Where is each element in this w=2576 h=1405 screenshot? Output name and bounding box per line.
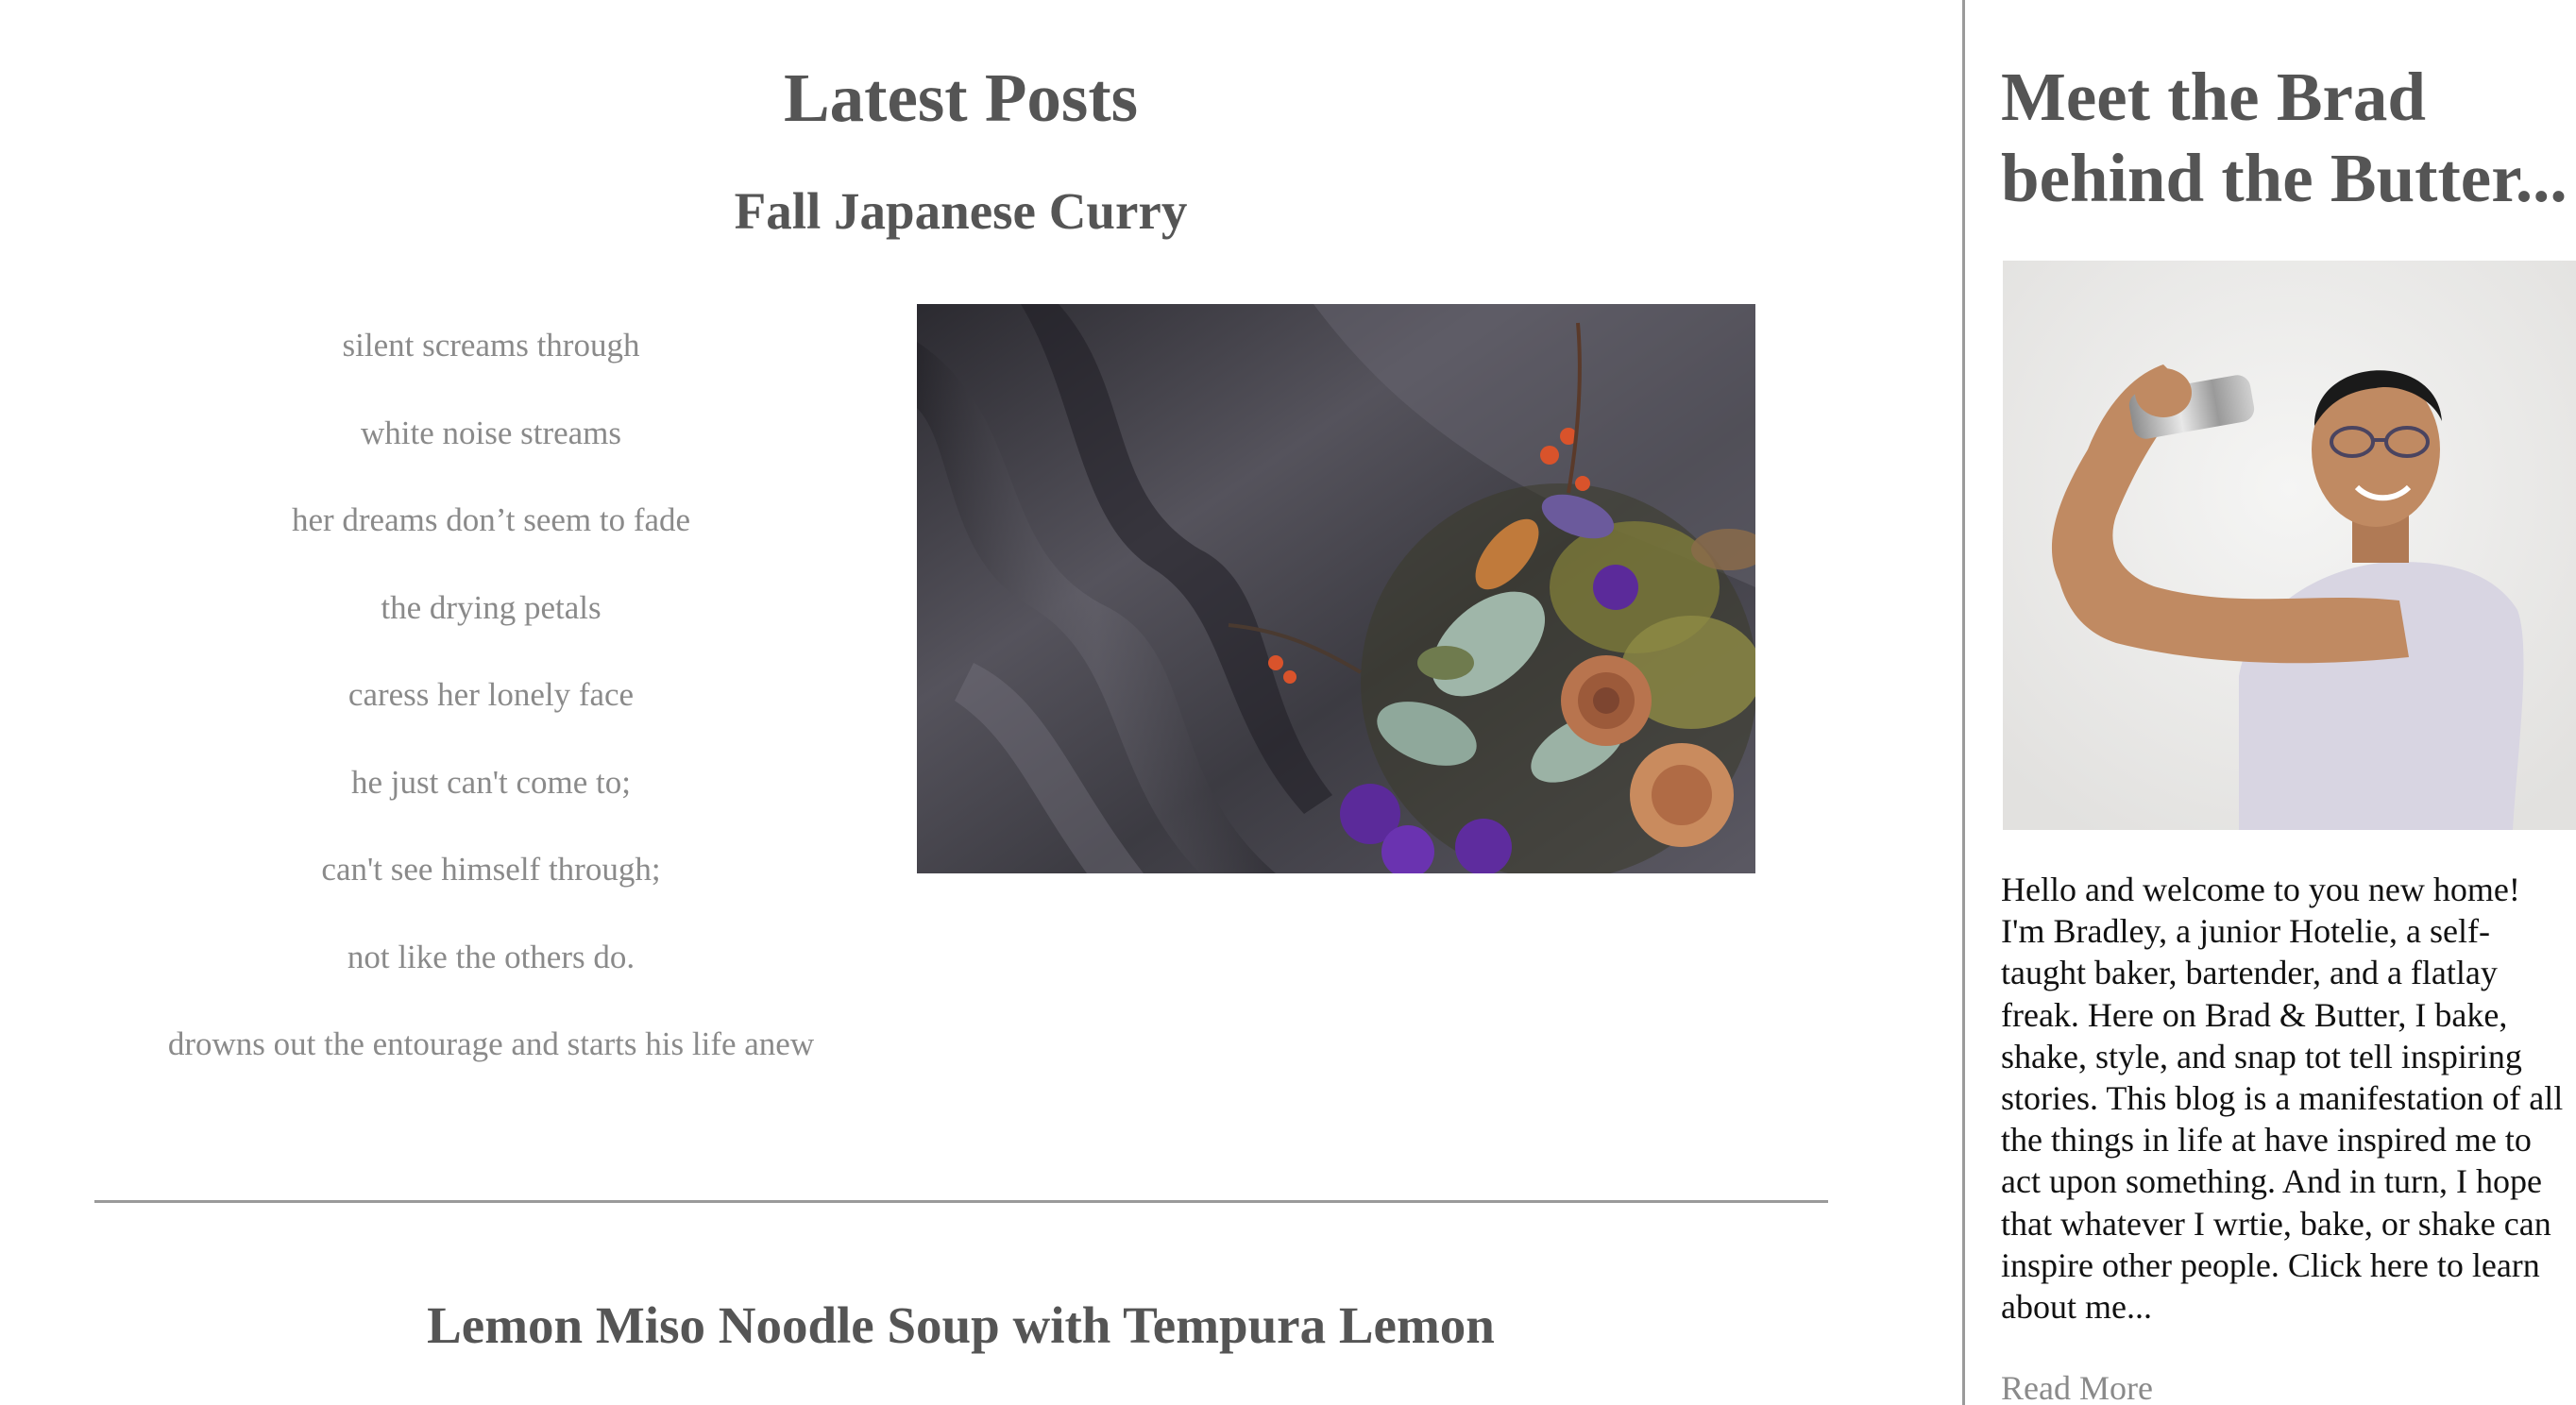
author-portrait-image	[2003, 261, 2576, 830]
post-featured-image[interactable]	[917, 304, 1755, 873]
poem-line: the drying petals	[381, 588, 602, 626]
latest-posts-section: Latest Posts Fall Japanese Curry silent …	[0, 0, 1962, 1405]
post-separator	[94, 1200, 1828, 1203]
post-title-fall-japanese-curry[interactable]: Fall Japanese Curry	[0, 181, 1922, 242]
sidebar-title: Meet the Brad behind the Butter...	[2001, 59, 2568, 216]
poem-line: he just can't come to;	[351, 763, 631, 801]
post-excerpt-poem: silent screams through white noise strea…	[113, 321, 869, 1108]
column-divider	[1962, 0, 1965, 1405]
poem-line: drowns out the entourage and starts his …	[167, 1025, 815, 1062]
poem-line: caress her lonely face	[347, 676, 635, 713]
poem-line: white noise streams	[360, 414, 622, 451]
poem-line: can't see himself through;	[321, 851, 661, 888]
page: Latest Posts Fall Japanese Curry silent …	[0, 0, 2576, 1405]
flower-bouquet-image	[917, 304, 1755, 873]
poem-line: her dreams don’t seem to fade	[291, 501, 691, 538]
section-heading: Latest Posts	[783, 59, 1139, 136]
author-photo	[2003, 261, 2576, 830]
sidebar-about: Meet the Brad behind the Butter... Hello…	[2001, 0, 2576, 1405]
post-title-lemon-miso-noodle-soup[interactable]: Lemon Miso Noodle Soup with Tempura Lemo…	[0, 1295, 1922, 1356]
poem-line: not like the others do.	[347, 938, 636, 975]
read-more-link[interactable]: Read More	[2001, 1367, 2153, 1405]
author-bio: Hello and welcome to you new home! I'm B…	[2001, 871, 2564, 1327]
poem-line: silent screams through	[342, 327, 640, 364]
